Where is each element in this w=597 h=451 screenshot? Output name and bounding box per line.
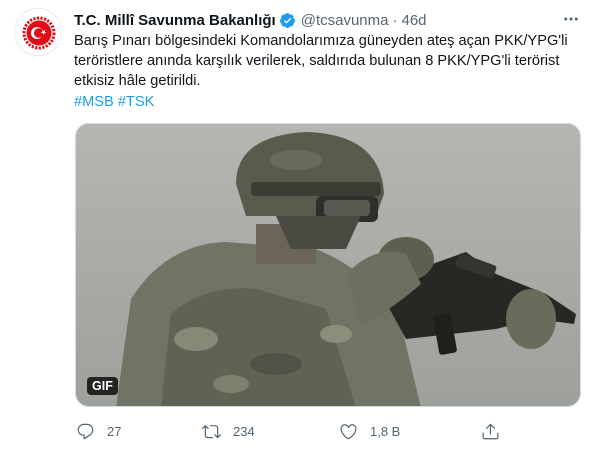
ministry-emblem-icon	[16, 10, 61, 55]
retweet-count: 234	[233, 423, 255, 439]
soldier-with-rifle-image	[76, 124, 580, 406]
tweet-actions: 27 234 1,8 B	[66, 418, 506, 444]
tweet-card[interactable]: T.C. Millî Savunma Bakanlığı @tcsavunma …	[0, 0, 597, 451]
hashtag-msb[interactable]: #MSB	[74, 94, 114, 110]
account-name[interactable]: T.C. Millî Savunma Bakanlığı	[74, 12, 276, 29]
tweet-text-line: Barış Pınarı bölgesindeki Komandolarımız…	[74, 33, 568, 49]
reply-button[interactable]: 27	[76, 418, 121, 444]
reply-count: 27	[107, 423, 122, 439]
share-button[interactable]	[481, 418, 500, 444]
retweet-icon	[202, 424, 221, 438]
like-button[interactable]: 1,8 B	[339, 418, 400, 444]
gif-badge: GIF	[87, 377, 118, 395]
like-count: 1,8 B	[370, 423, 401, 439]
tweet-timestamp[interactable]: 46d	[401, 12, 426, 29]
tweet-text: Barış Pınarı bölgesindeki Komandolarımız…	[74, 31, 579, 91]
tweet-text-line: etkisiz hâle getirildi.	[74, 73, 201, 89]
heart-icon	[340, 423, 357, 439]
tweet-text-line: teröristlere anında karşılık verilerek, …	[74, 53, 560, 69]
separator-dot: ·	[392, 11, 398, 29]
retweet-button[interactable]: 234	[202, 418, 255, 444]
tweet-media-gif[interactable]: GIF	[75, 123, 581, 407]
hashtags: #MSB #TSK	[74, 92, 154, 112]
tweet-header: T.C. Millî Savunma Bakanlığı @tcsavunma …	[74, 10, 584, 30]
account-handle[interactable]: @tcsavunma	[301, 12, 389, 29]
share-icon	[482, 423, 499, 439]
reply-icon	[77, 423, 94, 439]
more-options-icon[interactable]	[560, 8, 582, 30]
verified-badge-icon	[279, 12, 295, 28]
profile-avatar[interactable]	[14, 8, 62, 56]
hashtag-tsk[interactable]: #TSK	[118, 94, 155, 110]
